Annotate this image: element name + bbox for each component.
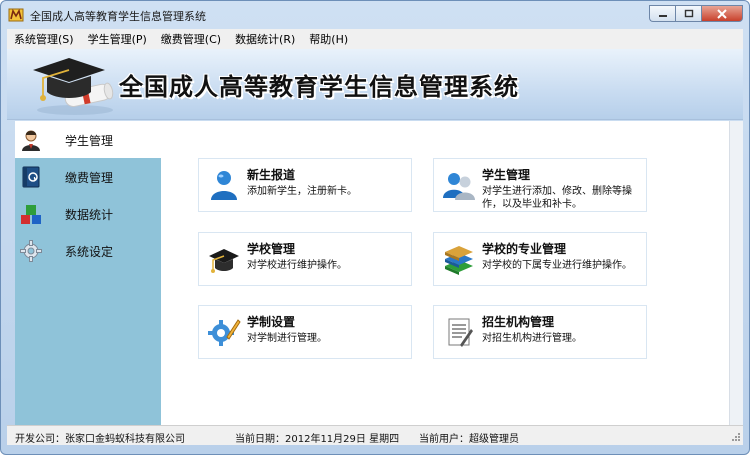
minimize-button[interactable] [649, 5, 675, 22]
status-user: 当前用户：超级管理员 [419, 434, 519, 445]
card-description: 对学校的下属专业进行维护操作。 [482, 260, 632, 271]
maximize-button[interactable] [675, 5, 701, 22]
sidebar-item-label: 缴费管理 [65, 171, 114, 185]
sidebar-item-label: 学生管理 [65, 134, 114, 148]
student-icon [22, 130, 40, 151]
menu-bar: 系统管理(S) 学生管理(P) 缴费管理(C) 数据统计(R) 帮助(H) [7, 29, 743, 49]
title-bar[interactable]: 全国成人高等教育学生信息管理系统 [1, 1, 749, 29]
sidebar-item-student[interactable]: 学生管理 [15, 121, 161, 158]
menu-system[interactable]: 系统管理(S) [7, 31, 81, 47]
card-description: 添加新学生，注册新卡。 [247, 186, 357, 197]
window-title: 全国成人高等教育学生信息管理系统 [30, 10, 206, 23]
close-icon [717, 8, 727, 19]
blocks-chart-icon [21, 205, 41, 224]
app-window: 全国成人高等教育学生信息管理系统 系统管理(S) 学生管理(P) 缴费管理(C)… [0, 0, 750, 455]
users-icon [443, 173, 475, 200]
card-title: 学生管理 [482, 168, 531, 182]
sidebar-item-payment[interactable]: 缴费管理 [15, 158, 161, 195]
graduation-logo-icon [33, 58, 114, 115]
card-school-management[interactable]: 学校管理 对学校进行维护操作。 [198, 232, 412, 286]
settings-edit-icon [208, 319, 241, 346]
card-major-management[interactable]: 学校的专业管理 对学校的下属专业进行维护操作。 [433, 232, 647, 286]
card-student-management[interactable]: 学生管理 对学生进行添加、修改、删除等操作，以及毕业和补卡。 [433, 158, 647, 212]
sidebar-item-label: 数据统计 [65, 208, 114, 222]
app-icon [8, 8, 24, 22]
sidebar: 学生管理 缴费管理 数据统计 系统设定 [15, 121, 161, 425]
header-banner: 全国成人高等教育学生信息管理系统 [7, 49, 743, 120]
user-add-icon [211, 171, 237, 200]
resize-grip-icon[interactable] [731, 432, 741, 442]
card-description: 对招生机构进行管理。 [482, 333, 582, 344]
sidebar-item-settings[interactable]: 系统设定 [15, 232, 161, 269]
payment-book-icon [22, 166, 40, 188]
main-panel: 新生报道 添加新学生，注册新卡。 学生管理 对学生进行添加、修改、删除等操作，以… [161, 121, 729, 425]
card-new-student[interactable]: 新生报道 添加新学生，注册新卡。 [198, 158, 412, 212]
menu-help[interactable]: 帮助(H) [302, 31, 355, 47]
restore-icon [684, 9, 693, 18]
graduation-cap-icon [209, 249, 239, 273]
sidebar-item-label: 系统设定 [65, 245, 114, 259]
status-company: 开发公司：张家口金蚂蚁科技有限公司 [15, 434, 185, 445]
document-edit-icon [448, 318, 473, 347]
vertical-scrollbar[interactable] [729, 121, 743, 425]
menu-student[interactable]: 学生管理(P) [81, 31, 154, 47]
card-description: 对学校进行维护操作。 [247, 260, 347, 271]
card-schooling-settings[interactable]: 学制设置 对学制进行管理。 [198, 305, 412, 359]
card-description: 对学制进行管理。 [247, 333, 327, 344]
sidebar-item-statistics[interactable]: 数据统计 [15, 195, 161, 232]
close-button[interactable] [701, 5, 743, 22]
card-description: 对学生进行添加、修改、删除等操作，以及毕业和补卡。 [482, 186, 632, 210]
status-date: 当前日期：2012年11月29日 星期四 [235, 434, 400, 445]
menu-statistics[interactable]: 数据统计(R) [228, 31, 302, 47]
minimize-icon [658, 14, 667, 17]
books-icon [445, 246, 473, 275]
card-title: 学校的专业管理 [482, 242, 567, 256]
card-title: 学校管理 [247, 242, 296, 256]
card-title: 新生报道 [247, 168, 296, 182]
gear-icon [20, 240, 42, 262]
status-bar: 开发公司：张家口金蚂蚁科技有限公司 当前日期：2012年11月29日 星期四 当… [7, 425, 743, 445]
card-title: 学制设置 [247, 315, 296, 329]
menu-payment[interactable]: 缴费管理(C) [154, 31, 228, 47]
window-controls [649, 5, 743, 23]
card-title: 招生机构管理 [482, 315, 555, 329]
system-title: 全国成人高等教育学生信息管理系统 [119, 73, 519, 101]
card-recruitment-management[interactable]: 招生机构管理 对招生机构进行管理。 [433, 305, 647, 359]
